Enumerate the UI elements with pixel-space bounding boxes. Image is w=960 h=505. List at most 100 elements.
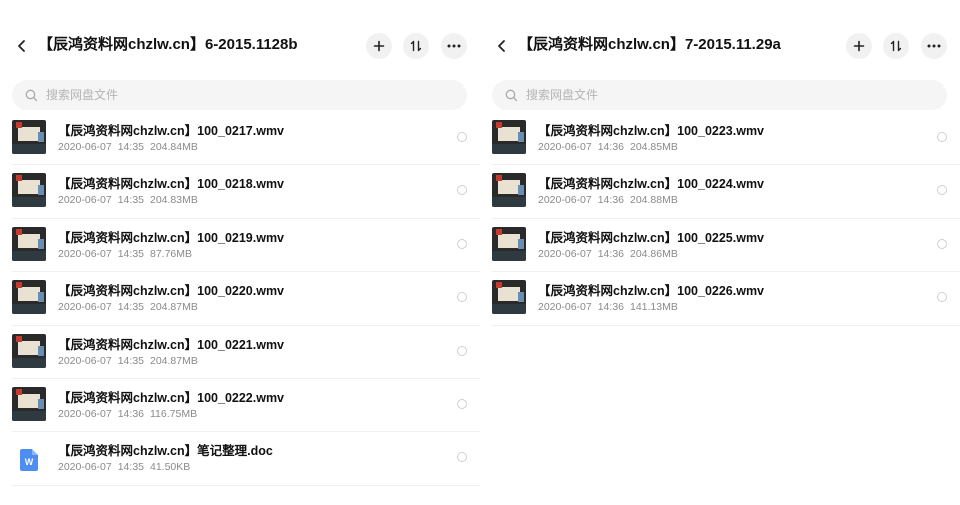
search-input[interactable] bbox=[46, 88, 426, 102]
file-time: 14:35 bbox=[117, 461, 144, 474]
video-thumbnail bbox=[12, 226, 46, 261]
file-time: 14:35 bbox=[117, 354, 144, 367]
file-time: 14:35 bbox=[117, 194, 144, 207]
file-size: 41.50KB bbox=[150, 461, 191, 474]
select-radio[interactable] bbox=[457, 452, 467, 463]
select-radio[interactable] bbox=[937, 238, 947, 249]
file-row[interactable]: 【辰鸿资料网chzlw.cn】100_0224.wmv 2020-06-07 14… bbox=[480, 165, 960, 220]
sort-button[interactable] bbox=[883, 33, 909, 59]
left-panel: 【辰鸿资料网chzlw.cn】6-2015.1128b 【辰鸿资料网chzlw.… bbox=[0, 0, 480, 505]
file-row[interactable]: 【辰鸿资料网chzlw.cn】100_0226.wmv 2020-06-07 14… bbox=[480, 272, 960, 326]
file-row[interactable]: W 【辰鸿资料网chzlw.cn】笔记整理.doc 2020-06-07 14:3… bbox=[0, 432, 480, 487]
file-name: 【辰鸿资料网chzlw.cn】100_0221.wmv bbox=[58, 337, 285, 352]
file-meta: 2020-06-07 14:36 204.88MB bbox=[538, 193, 684, 207]
file-row[interactable]: 【辰鸿资料网chzlw.cn】100_0222.wmv 2020-06-07 14… bbox=[0, 379, 480, 433]
file-name: 【辰鸿资料网chzlw.cn】100_0218.wmv bbox=[58, 177, 285, 192]
file-time: 14:35 bbox=[117, 247, 144, 260]
search-icon bbox=[24, 88, 38, 102]
search-input[interactable] bbox=[526, 88, 906, 102]
file-name: 【辰鸿资料网chzlw.cn】100_0226.wmv bbox=[538, 284, 765, 299]
file-row[interactable]: 【辰鸿资料网chzlw.cn】100_0219.wmv 2020-06-07 14… bbox=[0, 219, 480, 273]
file-size: 116.75MB bbox=[150, 407, 198, 420]
file-date: 2020-06-07 bbox=[58, 194, 112, 207]
file-meta: 2020-06-07 14:36 204.86MB bbox=[538, 247, 684, 261]
chevron-left-icon bbox=[498, 40, 505, 52]
file-time: 14:36 bbox=[597, 194, 624, 207]
file-time: 14:36 bbox=[117, 407, 144, 420]
video-thumbnail bbox=[12, 173, 46, 208]
sort-button[interactable] bbox=[403, 33, 429, 59]
file-meta: 2020-06-07 14:36 116.75MB bbox=[58, 407, 203, 421]
plus-icon bbox=[373, 40, 385, 52]
file-row[interactable]: 【辰鸿资料网chzlw.cn】100_0221.wmv 2020-06-07 14… bbox=[0, 326, 480, 380]
video-thumbnail bbox=[12, 333, 46, 368]
file-name: 【辰鸿资料网chzlw.cn】100_0225.wmv bbox=[538, 230, 765, 245]
select-radio[interactable] bbox=[937, 292, 947, 303]
select-radio[interactable] bbox=[457, 238, 467, 249]
more-button[interactable] bbox=[441, 33, 467, 59]
file-date: 2020-06-07 bbox=[538, 301, 592, 314]
video-thumbnail bbox=[492, 280, 526, 315]
file-row[interactable]: 【辰鸿资料网chzlw.cn】100_0220.wmv 2020-06-07 14… bbox=[0, 272, 480, 326]
file-row[interactable]: 【辰鸿资料网chzlw.cn】100_0223.wmv 2020-06-07 14… bbox=[480, 112, 960, 166]
video-thumbnail bbox=[12, 280, 46, 315]
file-name: 【辰鸿资料网chzlw.cn】100_0220.wmv bbox=[58, 284, 285, 299]
file-meta: 2020-06-07 14:35 204.84MB bbox=[58, 140, 204, 154]
file-date: 2020-06-07 bbox=[58, 141, 112, 153]
video-thumbnail bbox=[492, 226, 526, 261]
file-size: 141.13MB bbox=[630, 301, 678, 314]
file-meta: 2020-06-07 14:36 141.13MB bbox=[538, 300, 684, 314]
file-size: 204.86MB bbox=[630, 247, 678, 260]
file-row[interactable]: 【辰鸿资料网chzlw.cn】100_0225.wmv 2020-06-07 14… bbox=[480, 219, 960, 273]
panel-header: 【辰鸿资料网chzlw.cn】7-2015.11.29a bbox=[480, 0, 960, 70]
chevron-left-icon bbox=[18, 40, 25, 52]
file-meta: 2020-06-07 14:36 204.85MB bbox=[538, 140, 684, 154]
file-date: 2020-06-07 bbox=[538, 247, 592, 260]
file-name: 【辰鸿资料网chzlw.cn】100_0222.wmv bbox=[58, 390, 285, 405]
sort-arrows-icon bbox=[410, 40, 422, 52]
add-button[interactable] bbox=[846, 33, 872, 59]
folder-title: 【辰鸿资料网chzlw.cn】7-2015.11.29a bbox=[518, 36, 781, 53]
file-name: 【辰鸿资料网chzlw.cn】笔记整理.doc bbox=[58, 444, 273, 459]
video-thumbnail bbox=[492, 173, 526, 208]
file-date: 2020-06-07 bbox=[538, 194, 592, 207]
file-meta: 2020-06-07 14:35 41.50KB bbox=[58, 460, 196, 474]
more-button[interactable] bbox=[921, 33, 947, 59]
search-icon bbox=[504, 88, 518, 102]
plus-icon bbox=[853, 40, 865, 52]
add-button[interactable] bbox=[366, 33, 392, 59]
sort-arrows-icon bbox=[890, 40, 902, 52]
search-bar[interactable] bbox=[12, 80, 467, 110]
file-time: 14:35 bbox=[117, 301, 144, 314]
file-name: 【辰鸿资料网chzlw.cn】100_0223.wmv bbox=[538, 124, 765, 138]
search-bar[interactable] bbox=[492, 80, 947, 110]
ellipsis-icon bbox=[927, 44, 941, 48]
file-size: 204.83MB bbox=[150, 194, 198, 207]
folder-title: 【辰鸿资料网chzlw.cn】6-2015.1128b bbox=[38, 36, 298, 53]
video-thumbnail bbox=[492, 120, 526, 154]
ellipsis-icon bbox=[447, 44, 461, 48]
select-radio[interactable] bbox=[937, 132, 947, 142]
file-meta: 2020-06-07 14:35 87.76MB bbox=[58, 247, 198, 261]
select-radio[interactable] bbox=[457, 185, 467, 196]
file-size: 87.76MB bbox=[150, 247, 193, 260]
file-size: 204.88MB bbox=[630, 194, 678, 207]
select-radio[interactable] bbox=[457, 345, 467, 356]
word-doc-icon: W bbox=[20, 449, 38, 472]
file-date: 2020-06-07 bbox=[538, 141, 592, 153]
file-meta: 2020-06-07 14:35 204.87MB bbox=[58, 300, 204, 314]
file-time: 14:36 bbox=[597, 247, 624, 260]
select-radio[interactable] bbox=[457, 292, 467, 303]
file-size: 204.85MB bbox=[630, 141, 678, 153]
back-button[interactable] bbox=[10, 34, 34, 58]
select-radio[interactable] bbox=[937, 185, 947, 196]
right-panel: 【辰鸿资料网chzlw.cn】7-2015.11.29a 【辰鸿资料网chzlw… bbox=[480, 0, 960, 505]
file-time: 14:36 bbox=[597, 141, 624, 153]
file-list: 【辰鸿资料网chzlw.cn】100_0223.wmv 2020-06-07 14… bbox=[480, 112, 960, 326]
file-row[interactable]: 【辰鸿资料网chzlw.cn】100_0217.wmv 2020-06-07 14… bbox=[0, 112, 480, 166]
select-radio[interactable] bbox=[457, 132, 467, 142]
file-row[interactable]: 【辰鸿资料网chzlw.cn】100_0218.wmv 2020-06-07 14… bbox=[0, 165, 480, 220]
select-radio[interactable] bbox=[457, 398, 467, 409]
back-button[interactable] bbox=[490, 34, 514, 58]
file-date: 2020-06-07 bbox=[58, 407, 112, 420]
